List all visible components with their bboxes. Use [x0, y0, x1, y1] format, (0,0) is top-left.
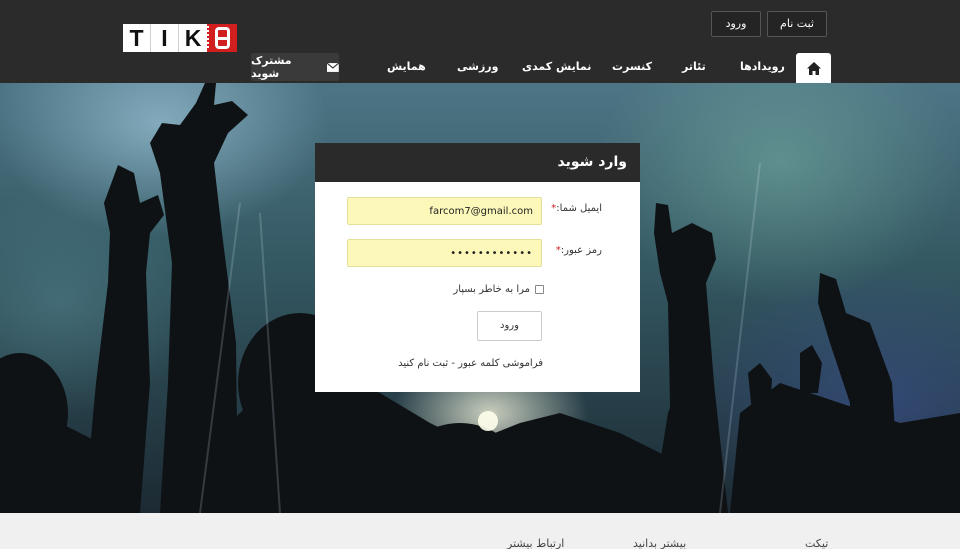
- nav-home-tab[interactable]: [796, 53, 831, 83]
- logo-eight: [214, 27, 230, 49]
- password-input[interactable]: ••••••••••••: [347, 239, 542, 267]
- forgot-register-links[interactable]: فراموشی کلمه عبور - ثبت نام کنید: [398, 358, 543, 369]
- email-label: ایمیل شما:*: [551, 203, 602, 214]
- nav-item-conference[interactable]: همایش: [387, 60, 426, 73]
- logo-letter: I: [151, 24, 179, 52]
- password-label-text: رمز عبور:: [560, 245, 602, 256]
- nav-item-events[interactable]: رویدادها: [740, 60, 785, 73]
- remember-me-checkbox[interactable]: [535, 285, 544, 294]
- nav-item-concert[interactable]: کنسرت: [612, 60, 652, 73]
- login-card-title: وارد شوید: [315, 143, 640, 182]
- nav-item-theater[interactable]: تئاتر: [682, 60, 706, 73]
- site-logo[interactable]: T I K: [123, 24, 237, 52]
- logo-letter: T: [123, 24, 151, 52]
- subscribe-button[interactable]: مشترک شوید: [251, 53, 339, 81]
- subscribe-label: مشترک شوید: [251, 54, 292, 80]
- register-button[interactable]: ثبت نام: [767, 11, 827, 37]
- footer-heading-learn-more: بیشتر بدانید: [633, 537, 687, 549]
- login-card: وارد شوید ایمیل شما:* farcom7@gmail.com …: [315, 143, 640, 392]
- footer-heading-tiket: تیکت: [805, 537, 829, 549]
- logo-perforation: [205, 26, 209, 50]
- password-label: رمز عبور:*: [556, 245, 602, 256]
- submit-login-button[interactable]: ورود: [477, 311, 542, 341]
- login-button[interactable]: ورود: [711, 11, 761, 37]
- footer-heading-contact: ارتباط بیشتر: [507, 537, 565, 549]
- remember-me[interactable]: مرا به خاطر بسپار: [453, 284, 544, 295]
- logo-ticket-mark: [205, 24, 237, 52]
- remember-me-label: مرا به خاطر بسپار: [453, 284, 530, 295]
- email-input[interactable]: farcom7@gmail.com: [347, 197, 542, 225]
- nav-item-sport[interactable]: ورزشی: [457, 60, 498, 73]
- site-footer: تیکت بیشتر بدانید ارتباط بیشتر: [0, 513, 960, 549]
- email-label-text: ایمیل شما:: [556, 203, 602, 214]
- home-icon: [806, 61, 821, 75]
- nav-item-comedy[interactable]: نمایش کمدی: [522, 60, 591, 73]
- logo-letter: K: [179, 24, 207, 52]
- site-header: T I K ثبت نام ورود رویدادها تئاتر کنسرت …: [0, 0, 960, 83]
- envelope-icon: [327, 62, 339, 72]
